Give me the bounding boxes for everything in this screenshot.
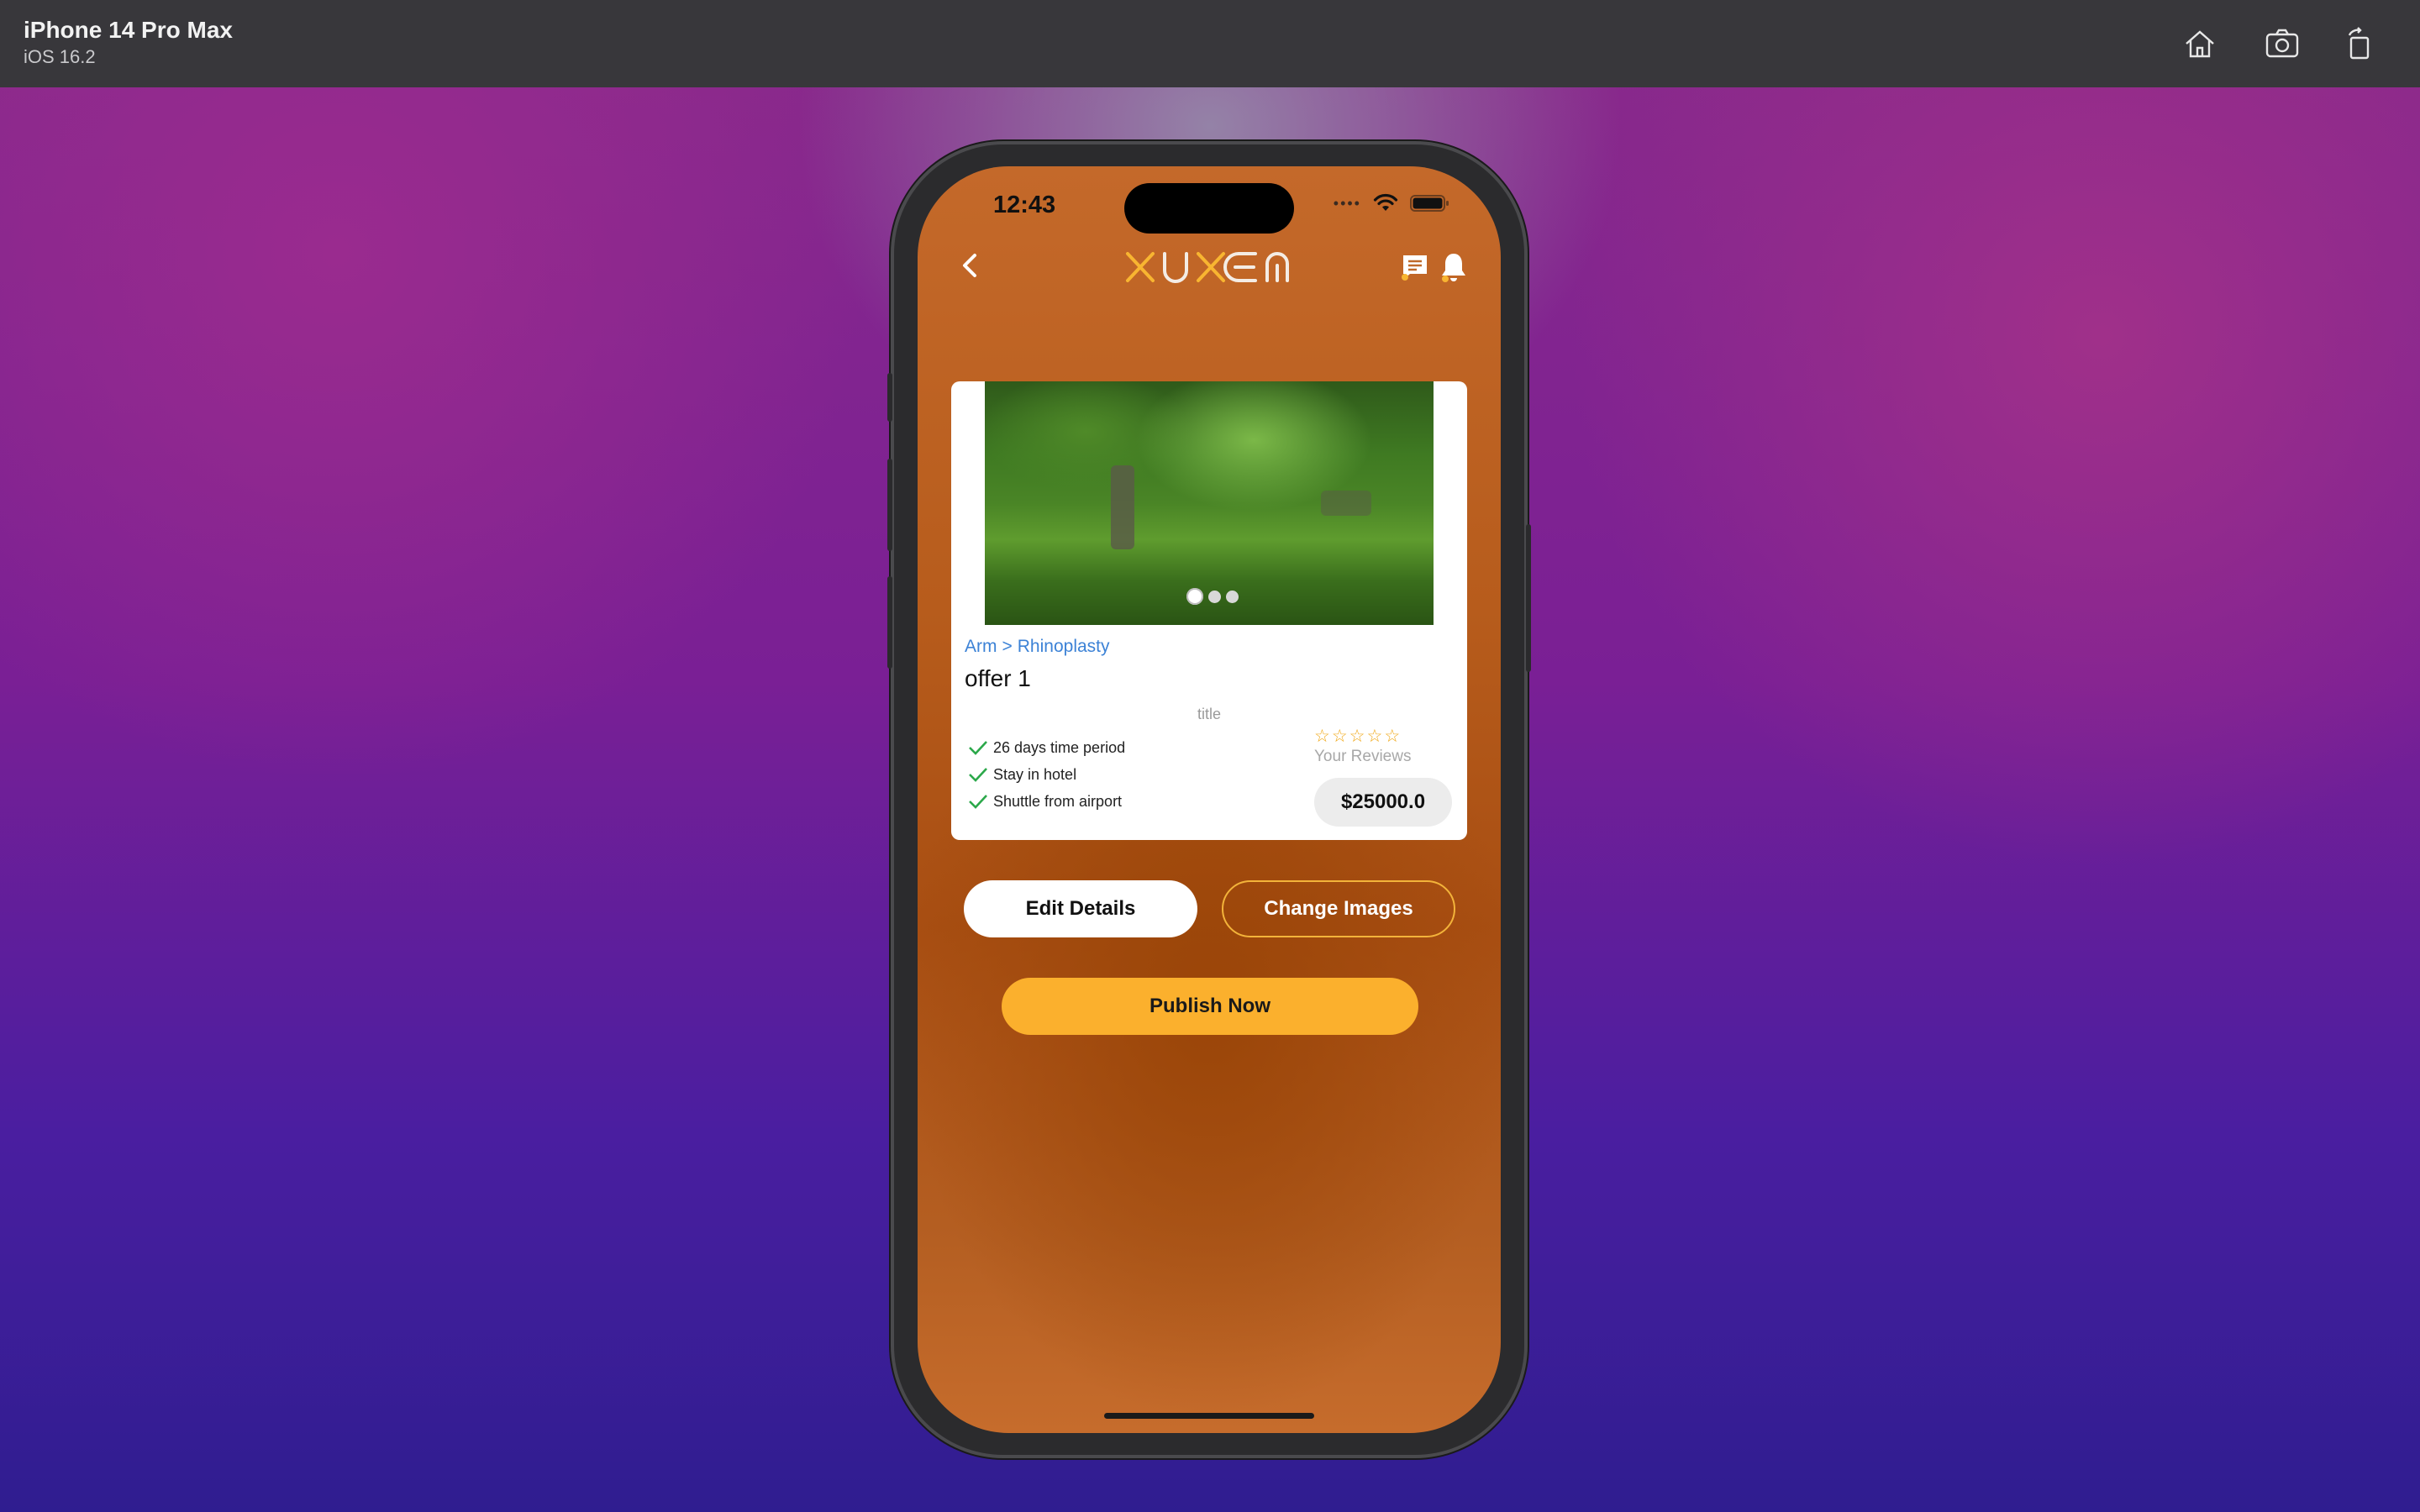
app-screen: 12:43 •••• Arm > Rhinoplasty offer 1 tit… xyxy=(918,166,1501,1433)
check-icon xyxy=(969,768,987,782)
star-empty-icon: ☆ xyxy=(1384,727,1401,746)
breadcrumb-separator: > xyxy=(1002,637,1013,656)
xuxem-logo xyxy=(1126,252,1289,283)
dynamic-island xyxy=(1124,183,1294,234)
power-button[interactable] xyxy=(1526,524,1531,672)
edit-details-button[interactable]: Edit Details xyxy=(964,880,1197,937)
battery-icon xyxy=(1410,195,1449,212)
star-empty-icon: ☆ xyxy=(1349,727,1365,746)
home-indicator[interactable] xyxy=(1104,1413,1314,1419)
volume-up-button[interactable] xyxy=(887,459,892,551)
os-version: iOS 16.2 xyxy=(24,46,96,67)
carousel-dot[interactable] xyxy=(1226,590,1239,603)
star-empty-icon: ☆ xyxy=(1366,727,1383,746)
back-icon[interactable] xyxy=(953,247,990,284)
publish-now-button[interactable]: Publish Now xyxy=(1002,978,1418,1035)
screenshot-icon[interactable] xyxy=(2260,22,2304,66)
feature-text: Shuttle from airport xyxy=(993,792,1123,810)
wifi-icon xyxy=(1373,193,1398,211)
volume-down-button[interactable] xyxy=(887,576,892,669)
photo-detail xyxy=(1111,465,1134,549)
offer-title: offer 1 xyxy=(965,665,1031,691)
check-icon xyxy=(969,795,987,809)
offer-card[interactable]: Arm > Rhinoplasty offer 1 title 26 days … xyxy=(951,381,1467,840)
breadcrumb-arm[interactable]: Arm xyxy=(965,637,997,657)
check-icon xyxy=(969,741,987,755)
device-name: iPhone 14 Pro Max xyxy=(24,17,233,43)
feature-list: 26 days time period Stay in hotel Shuttl… xyxy=(968,734,1125,815)
photo-detail xyxy=(1321,491,1371,516)
cellular-dots-icon: •••• xyxy=(1333,194,1361,212)
status-icons: •••• xyxy=(1334,193,1450,213)
reviews-label: Your Reviews xyxy=(1314,748,1412,765)
breadcrumb: Arm > Rhinoplasty xyxy=(965,637,1110,657)
action-button[interactable] xyxy=(887,373,892,422)
rotate-icon[interactable] xyxy=(2338,22,2381,66)
list-item: Shuttle from airport xyxy=(968,788,1125,815)
list-item: Stay in hotel xyxy=(968,761,1125,788)
breadcrumb-rhinoplasty[interactable]: Rhinoplasty xyxy=(1018,637,1110,657)
star-empty-icon: ☆ xyxy=(1314,727,1330,746)
rating-stars[interactable]: ☆ ☆ ☆ ☆ ☆ xyxy=(1314,727,1400,746)
feature-text: Stay in hotel xyxy=(993,765,1077,783)
price-badge: $25000.0 xyxy=(1314,778,1452,827)
offer-subtitle: title xyxy=(1197,706,1221,722)
carousel-pagination xyxy=(1186,588,1239,605)
simulator-title-bar: iPhone 14 Pro Max iOS 16.2 xyxy=(0,0,2420,87)
iphone-frame: 12:43 •••• Arm > Rhinoplasty offer 1 tit… xyxy=(887,144,1531,1455)
carousel-dot[interactable] xyxy=(1208,590,1221,603)
star-empty-icon: ☆ xyxy=(1331,727,1348,746)
carousel-dot[interactable] xyxy=(1186,588,1203,605)
offer-image-carousel[interactable] xyxy=(985,381,1434,625)
bell-icon[interactable] xyxy=(1439,250,1469,284)
list-item: 26 days time period xyxy=(968,734,1125,761)
status-time: 12:43 xyxy=(993,192,1056,218)
chat-icon[interactable] xyxy=(1400,252,1430,282)
change-images-button[interactable]: Change Images xyxy=(1222,880,1455,937)
home-icon[interactable] xyxy=(2178,22,2222,66)
feature-text: 26 days time period xyxy=(993,738,1126,756)
